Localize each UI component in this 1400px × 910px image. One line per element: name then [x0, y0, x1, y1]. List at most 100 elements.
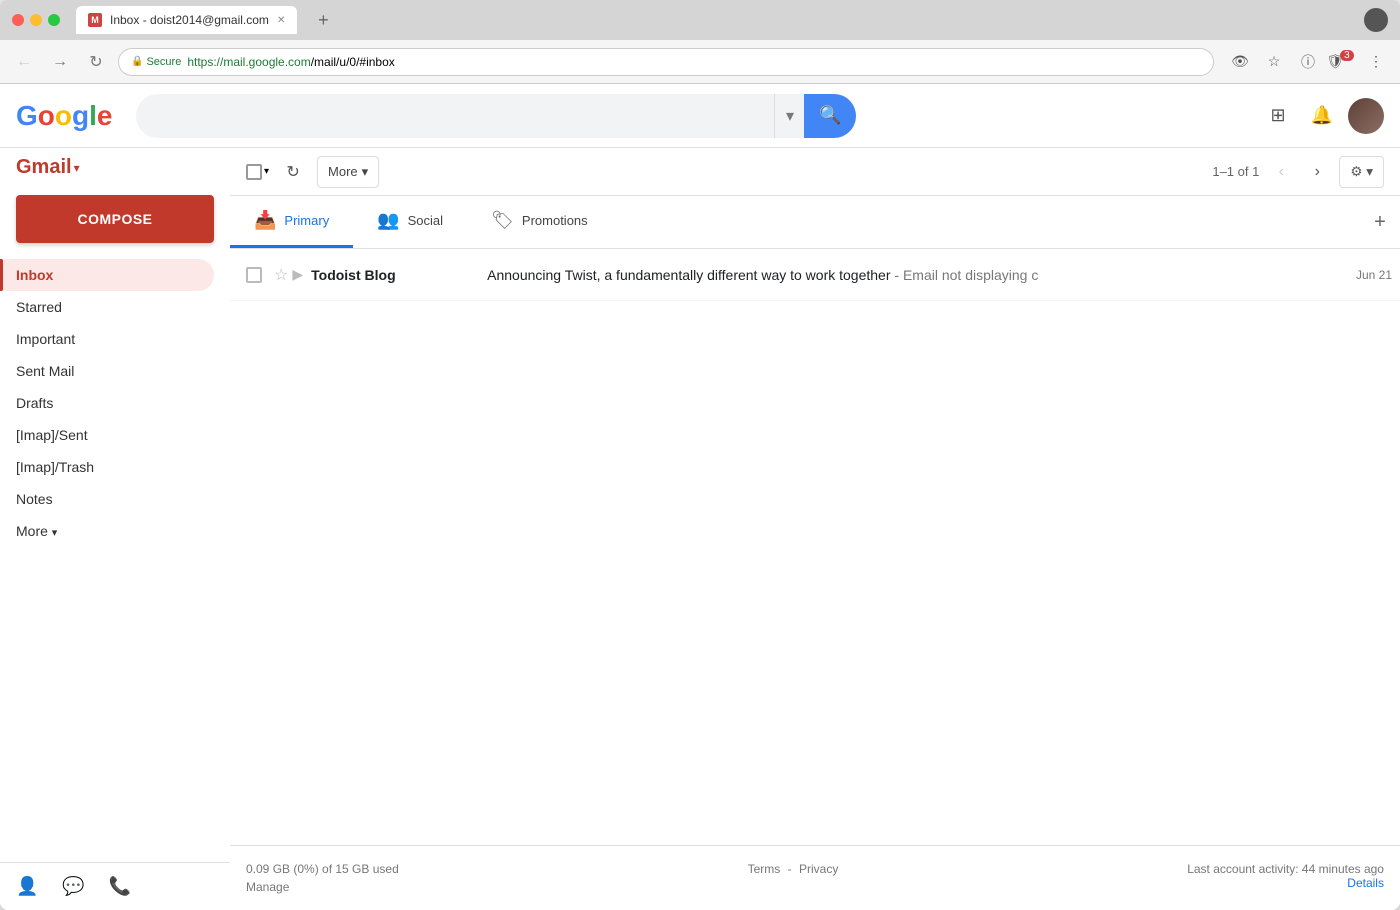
maximize-dot[interactable]: [48, 14, 60, 26]
last-activity-text: Last account activity: 44 minutes ago: [1187, 862, 1384, 876]
phone-icon[interactable]: 📞: [109, 876, 131, 897]
email-checkbox-area: [246, 267, 266, 283]
starred-label: Starred: [0, 299, 198, 315]
reload-button[interactable]: ↻: [82, 48, 110, 76]
window-controls: [12, 14, 60, 26]
browser-account-icon[interactable]: [1364, 8, 1388, 32]
email-footer: 0.09 GB (0%) of 15 GB used Manage Terms …: [230, 845, 1400, 910]
refresh-button[interactable]: ↻: [277, 156, 309, 188]
select-chevron-icon[interactable]: ▾: [264, 166, 269, 177]
menu-icon[interactable]: ⋮: [1362, 48, 1390, 76]
search-button[interactable]: 🔍: [804, 94, 856, 138]
sidebar-item-sent[interactable]: Sent Mail: [0, 355, 214, 387]
email-checkbox[interactable]: [246, 267, 262, 283]
tab-social[interactable]: 👥 Social: [353, 196, 467, 248]
settings-dropdown-icon: ▾: [1366, 164, 1373, 180]
gmail-label[interactable]: Gmail: [16, 156, 72, 179]
footer-separator: -: [788, 862, 792, 876]
privacy-link[interactable]: Privacy: [799, 862, 838, 876]
table-row[interactable]: ☆ ▶ Todoist Blog Announcing Twist, a fun…: [230, 249, 1400, 301]
footer-right: Last account activity: 44 minutes ago De…: [1187, 862, 1384, 890]
sent-label: Sent Mail: [0, 363, 198, 379]
notifications-icon[interactable]: 🔔: [1304, 98, 1340, 134]
header-right: ⊞ 🔔: [1260, 98, 1384, 134]
drafts-label: Drafts: [0, 395, 198, 411]
back-button[interactable]: ←: [10, 48, 38, 76]
bookmark-icon[interactable]: ☆: [1260, 48, 1288, 76]
select-all-checkbox-area: ▾: [246, 164, 269, 180]
email-toolbar: ▾ ↻ More ▾ 1–1 of 1 ‹ › ⚙: [230, 148, 1400, 196]
forward-button[interactable]: →: [46, 48, 74, 76]
gmail-app: Google ▾ 🔍 ⊞ 🔔: [0, 84, 1400, 910]
contacts-icon[interactable]: 👤: [16, 876, 38, 897]
browser-titlebar: M Inbox - doist2014@gmail.com ✕ +: [0, 0, 1400, 40]
sidebar-item-starred[interactable]: Starred: [0, 291, 214, 323]
select-all-checkbox[interactable]: [246, 164, 262, 180]
more-button[interactable]: More ▾: [317, 156, 379, 188]
important-label: Important: [0, 331, 198, 347]
sidebar-item-inbox[interactable]: Inbox: [0, 259, 214, 291]
important-marker-icon[interactable]: ▶: [292, 266, 303, 283]
extension-icon[interactable]: 🛡 3: [1328, 48, 1356, 76]
tab-close-button[interactable]: ✕: [277, 15, 285, 26]
minimize-dot[interactable]: [30, 14, 42, 26]
compose-button[interactable]: COMPOSE: [16, 195, 214, 243]
secure-badge: 🔒 Secure: [131, 56, 181, 68]
avatar[interactable]: [1348, 98, 1384, 134]
email-preview: - Email not displaying c: [894, 267, 1038, 283]
star-icon[interactable]: ☆: [274, 265, 288, 285]
search-icon: 🔍: [819, 105, 841, 126]
footer-left: 0.09 GB (0%) of 15 GB used Manage: [246, 862, 399, 894]
lock-icon: 🔒: [131, 56, 143, 67]
pagination: 1–1 of 1 ‹ ›: [1212, 158, 1331, 186]
email-list: ☆ ▶ Todoist Blog Announcing Twist, a fun…: [230, 249, 1400, 845]
gmail-dropdown-icon[interactable]: ▾: [74, 161, 80, 175]
browser-frame: M Inbox - doist2014@gmail.com ✕ + ← → ↻ …: [0, 0, 1400, 910]
eye-icon[interactable]: 👁: [1226, 48, 1254, 76]
info-icon[interactable]: ⓘ: [1294, 48, 1322, 76]
refresh-icon: ↻: [286, 162, 299, 182]
search-bar: ▾ 🔍: [136, 94, 856, 138]
sidebar-item-drafts[interactable]: Drafts: [0, 387, 214, 419]
search-dropdown-button[interactable]: ▾: [774, 94, 804, 138]
notes-label: Notes: [0, 491, 198, 507]
prev-page-button[interactable]: ‹: [1267, 158, 1295, 186]
email-area: ▾ ↻ More ▾ 1–1 of 1 ‹ › ⚙: [230, 148, 1400, 910]
tab-primary[interactable]: 📥 Primary: [230, 196, 353, 248]
tab-promotions[interactable]: 🏷 Promotions: [467, 196, 612, 248]
more-chevron-icon: ▾: [52, 527, 58, 539]
sidebar-item-more[interactable]: More ▾: [0, 515, 214, 547]
manage-link[interactable]: Manage: [246, 880, 289, 894]
imap-trash-label: [Imap]/Trash: [0, 459, 198, 475]
close-dot[interactable]: [12, 14, 24, 26]
chat-icon[interactable]: 💬: [62, 876, 84, 897]
settings-icon: ⚙: [1350, 164, 1362, 180]
storage-info: 0.09 GB (0%) of 15 GB used: [246, 862, 399, 876]
more-label: More ▾: [0, 523, 198, 539]
terms-link[interactable]: Terms: [748, 862, 781, 876]
email-sender: Todoist Blog: [311, 267, 471, 283]
sidebar-bottom: 👤 💬 📞: [0, 862, 230, 910]
sidebar-item-imap-trash[interactable]: [Imap]/Trash: [0, 451, 214, 483]
browser-toolbar: ← → ↻ 🔒 Secure https://mail.google.comht…: [0, 40, 1400, 84]
next-page-button[interactable]: ›: [1303, 158, 1331, 186]
avatar-image: [1348, 98, 1384, 134]
sidebar-item-important[interactable]: Important: [0, 323, 214, 355]
add-tab-button[interactable]: +: [1360, 196, 1400, 248]
address-bar[interactable]: 🔒 Secure https://mail.google.comhttps://…: [118, 48, 1214, 76]
settings-button[interactable]: ⚙ ▾: [1339, 156, 1384, 188]
sidebar-item-notes[interactable]: Notes: [0, 483, 214, 515]
google-logo[interactable]: Google: [16, 100, 112, 132]
url-display: https://mail.google.comhttps://mail.goog…: [187, 55, 394, 69]
details-link[interactable]: Details: [1347, 876, 1384, 890]
email-subject-preview: Announcing Twist, a fundamentally differ…: [471, 267, 1356, 283]
browser-tab[interactable]: M Inbox - doist2014@gmail.com ✕: [76, 6, 297, 34]
email-tabs: 📥 Primary 👥 Social 🏷 Promotions +: [230, 196, 1400, 249]
social-tab-label: Social: [408, 213, 443, 228]
promotions-tab-label: Promotions: [522, 213, 588, 228]
apps-grid-icon[interactable]: ⊞: [1260, 98, 1296, 134]
sidebar-item-imap-sent[interactable]: [Imap]/Sent: [0, 419, 214, 451]
search-input[interactable]: [152, 107, 758, 125]
email-subject: Announcing Twist, a fundamentally differ…: [487, 267, 890, 283]
new-tab-button[interactable]: +: [309, 6, 337, 34]
